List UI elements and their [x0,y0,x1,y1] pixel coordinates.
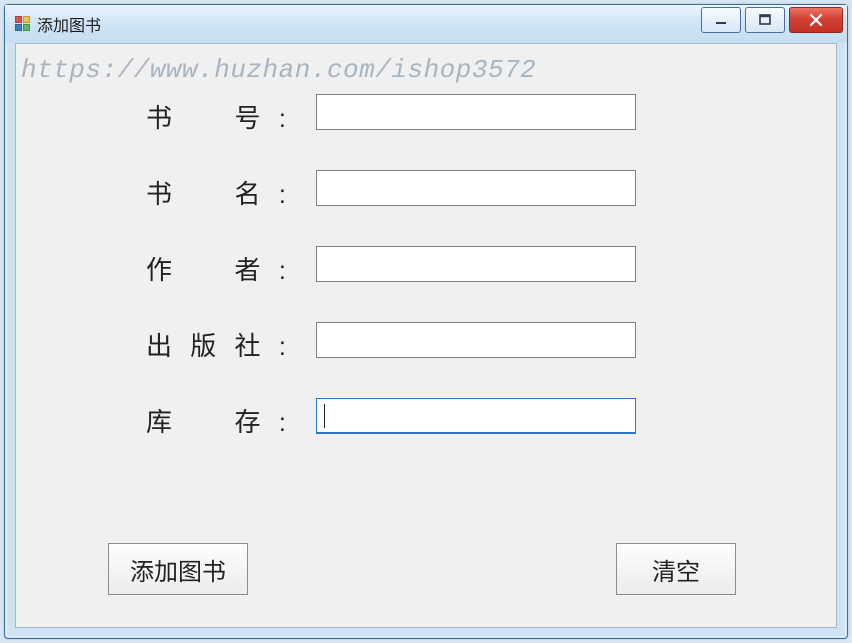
window-title: 添加图书 [37,12,101,36]
input-author[interactable] [316,246,636,282]
window-frame: 添加图书 书 号: 书 名: 作 者: [4,4,848,639]
minimize-icon [714,13,728,27]
label-publisher: 出版社: [146,326,286,363]
titlebar: 添加图书 [5,5,847,43]
minimize-button[interactable] [701,7,741,33]
label-stock: 库 存: [146,402,286,439]
label-author: 作 者: [146,250,286,287]
close-button[interactable] [789,7,843,33]
input-publisher[interactable] [316,322,636,358]
input-book-id[interactable] [316,94,636,130]
maximize-button[interactable] [745,7,785,33]
row-book-id: 书 号: [16,94,836,138]
close-icon [808,12,824,28]
label-book-name: 书 名: [146,174,286,211]
row-book-name: 书 名: [16,170,836,214]
input-book-name[interactable] [316,170,636,206]
label-book-id: 书 号: [146,98,286,135]
text-caret [324,404,325,428]
add-book-button[interactable]: 添加图书 [108,543,248,595]
client-area: 书 号: 书 名: 作 者: 出版社: 库 存: 添加图书 [15,43,837,628]
row-stock: 库 存: [16,398,836,442]
window-controls [701,7,843,33]
maximize-icon [758,13,772,27]
form-area: 书 号: 书 名: 作 者: 出版社: 库 存: [16,44,836,627]
app-icon [15,16,31,32]
row-publisher: 出版社: [16,322,836,366]
clear-button[interactable]: 清空 [616,543,736,595]
row-author: 作 者: [16,246,836,290]
input-stock[interactable] [316,398,636,434]
watermark-text: https://www.huzhan.com/ishop3572 [21,55,536,85]
buttons-row: 添加图书 清空 [16,543,836,597]
